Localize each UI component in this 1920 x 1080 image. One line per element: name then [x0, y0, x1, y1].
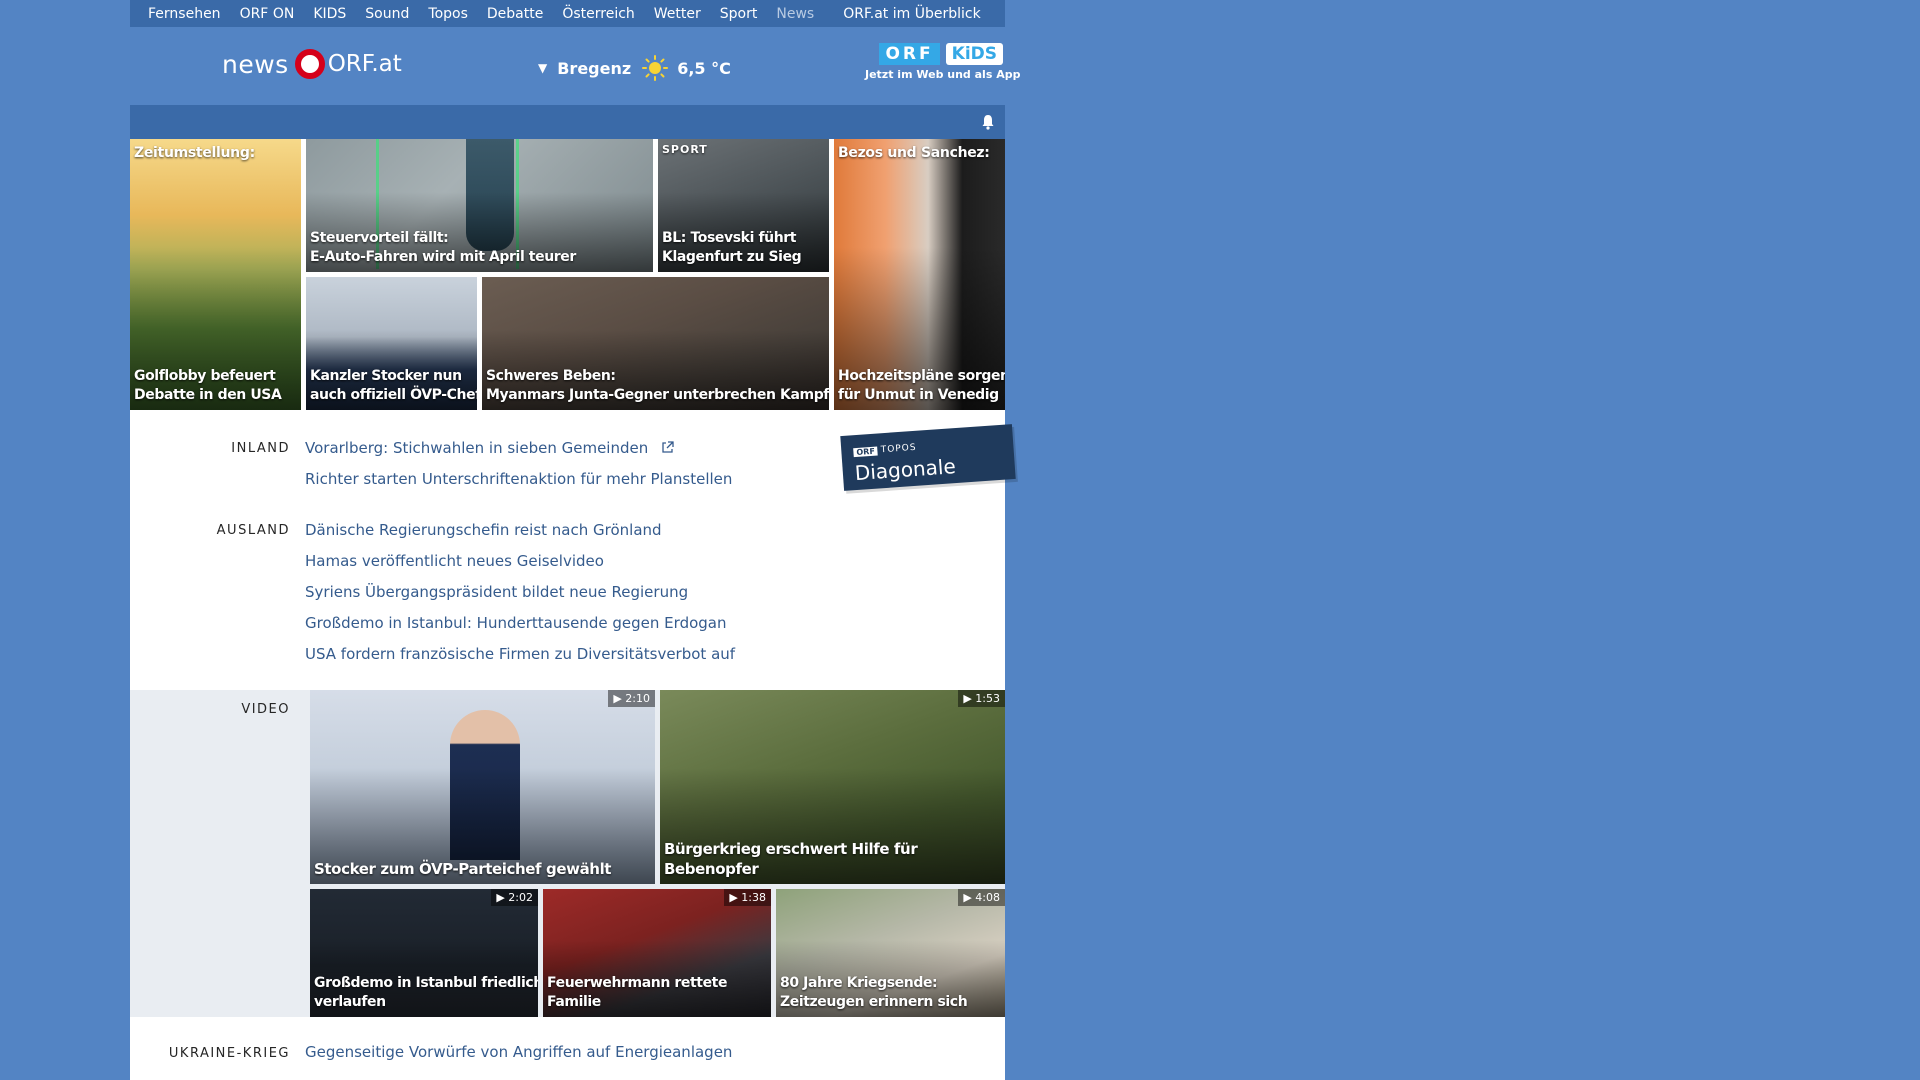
nav-wetter[interactable]: Wetter — [654, 6, 701, 22]
video-title: Stocker zum ÖVP-Parteichef gewählt — [314, 860, 612, 878]
logo-orf-text: ORF.at — [327, 51, 402, 77]
teaser-bundesliga[interactable]: SPORT BL: Tosevski führt Klagenfurt zu S… — [658, 139, 829, 272]
teaser-tag-sport: SPORT — [662, 143, 708, 156]
video-title: Bürgerkrieg erschwert Hilfe für Bebenopf… — [664, 840, 918, 878]
top-navigation: Fernsehen ORF ON KIDS Sound Topos Debatt… — [130, 0, 1005, 27]
nav-sport[interactable]: Sport — [720, 6, 758, 22]
teaser-kicker: Bezos und Sanchez: — [838, 145, 990, 161]
diagonale-label: Diagonale — [854, 454, 957, 486]
orf-eye-logo-icon — [294, 49, 325, 79]
orf-badge: ORF — [879, 43, 940, 65]
headline-ausland-2[interactable]: Hamas veröffentlicht neues Geiselvideo — [305, 552, 604, 570]
nav-kids[interactable]: KIDS — [313, 6, 346, 22]
section-label-inland: INLAND — [231, 441, 290, 456]
site-header: news ORF.at ▼ Bregenz 6,5 °C ORF KiDS Je… — [130, 27, 1021, 105]
nav-orf-overview[interactable]: ORF.at im Überblick — [843, 6, 980, 22]
teaser-golflobby[interactable]: Zeitumstellung: Golflobby befeuert Debat… — [130, 139, 301, 410]
nav-debatte[interactable]: Debatte — [487, 6, 543, 22]
headline-ausland-3[interactable]: Syriens Übergangspräsident bildet neue R… — [305, 583, 688, 601]
teaser-title: Golflobby befeuert Debatte in den USA — [134, 368, 282, 403]
video-duration: ▶ 4:08 — [958, 889, 1005, 906]
orf-mini-logo: ORF — [853, 445, 879, 457]
video-section: VIDEO ▶ 2:10 Stocker zum ÖVP-Parteichef … — [130, 690, 1005, 1017]
weather-city: Bregenz — [557, 58, 632, 78]
news-orf-logo[interactable]: news ORF.at — [222, 49, 402, 79]
bell-icon[interactable] — [981, 114, 995, 130]
teaser-title: Steuervorteil fällt: E-Auto-Fahren wird … — [310, 230, 576, 265]
teaser-title: BL: Tosevski führt Klagenfurt zu Sieg — [662, 230, 802, 265]
weather-widget[interactable]: ▼ Bregenz 6,5 °C — [538, 54, 731, 82]
video-title: Großdemo in Istanbul friedlich verlaufen — [314, 975, 538, 1010]
nav-orf-on[interactable]: ORF ON — [240, 6, 295, 22]
teaser-kicker: Zeitumstellung: — [134, 145, 255, 161]
news-lists: INLAND Vorarlberg: Stichwahlen in sieben… — [130, 410, 1016, 690]
topos-diagonale-promo[interactable]: ORF TOPOS Diagonale — [840, 424, 1016, 491]
headline-ukraine-1[interactable]: Gegenseitige Vorwürfe von Angriffen auf … — [305, 1043, 732, 1061]
ukraine-section: UKRAINE-KRIEG Gegenseitige Vorwürfe von … — [130, 1017, 1005, 1080]
video-title: Feuerwehrmann rettete Familie — [547, 975, 728, 1010]
video-duration: ▶ 1:53 — [958, 690, 1005, 707]
caret-down-icon: ▼ — [538, 61, 548, 75]
top-stories-grid: Zeitumstellung: Golflobby befeuert Debat… — [130, 139, 1005, 410]
teaser-title: Kanzler Stocker nun auch offiziell ÖVP-C… — [310, 368, 477, 403]
nav-topos[interactable]: Topos — [428, 6, 467, 22]
headline-ausland-1[interactable]: Dänische Regierungschefin reist nach Grö… — [305, 521, 662, 539]
kids-badges: ORF KiDS — [865, 43, 1003, 65]
teaser-myanmar-beben[interactable]: Schweres Beben: Myanmars Junta-Gegner un… — [482, 277, 829, 410]
headline-ausland-5[interactable]: USA fordern französische Firmen zu Diver… — [305, 645, 735, 663]
headline-inland-2[interactable]: Richter starten Unterschriftenaktion für… — [305, 470, 732, 488]
video-buergerkrieg[interactable]: ▶ 1:53 Bürgerkrieg erschwert Hilfe für B… — [660, 690, 1005, 884]
teaser-bezos-sanchez[interactable]: Bezos und Sanchez: Hochzeitspläne sorgen… — [834, 139, 1005, 410]
teaser-title: Hochzeitspläne sorgen für Unmut in Vened… — [838, 368, 1005, 403]
headline-ausland-4[interactable]: Großdemo in Istanbul: Hunderttausende ge… — [305, 614, 727, 632]
nav-fernsehen[interactable]: Fernsehen — [148, 6, 221, 22]
video-duration: ▶ 2:10 — [608, 690, 655, 707]
video-istanbul[interactable]: ▶ 2:02 Großdemo in Istanbul friedlich ve… — [310, 889, 538, 1017]
headline-inland-1[interactable]: Vorarlberg: Stichwahlen in sieben Gemein… — [305, 439, 674, 457]
external-link-icon — [662, 441, 674, 453]
video-title: 80 Jahre Kriegsende: Zeitzeugen erinnern… — [780, 975, 968, 1010]
nav-sound[interactable]: Sound — [365, 6, 409, 22]
topos-label: TOPOS — [880, 442, 917, 456]
teaser-kanzler-stocker[interactable]: Kanzler Stocker nun auch offiziell ÖVP-C… — [306, 277, 477, 410]
video-kriegsende[interactable]: ▶ 4:08 80 Jahre Kriegsende: Zeitzeugen e… — [776, 889, 1005, 1017]
orf-kids-banner[interactable]: ORF KiDS Jetzt im Web und als App — [865, 43, 1021, 81]
kids-badge: KiDS — [945, 43, 1003, 65]
weather-temperature: 6,5 °C — [677, 58, 731, 78]
sun-icon — [642, 55, 669, 81]
video-feuerwehrmann[interactable]: ▶ 1:38 Feuerwehrmann rettete Familie — [543, 889, 771, 1017]
page: Fernsehen ORF ON KIDS Sound Topos Debatt… — [130, 0, 1021, 1080]
nav-oesterreich[interactable]: Österreich — [562, 6, 634, 22]
nav-news[interactable]: News — [776, 6, 814, 22]
notification-bar — [130, 105, 1005, 139]
section-label-ausland: AUSLAND — [216, 523, 290, 538]
logo-news-text: news — [222, 49, 289, 79]
video-stocker[interactable]: ▶ 2:10 Stocker zum ÖVP-Parteichef gewähl… — [310, 690, 655, 884]
teaser-title: Schweres Beben: Myanmars Junta-Gegner un… — [486, 368, 829, 403]
video-duration: ▶ 1:38 — [724, 889, 771, 906]
video-duration: ▶ 2:02 — [491, 889, 538, 906]
section-label-ukraine: UKRAINE-KRIEG — [168, 1046, 290, 1061]
kids-tagline: Jetzt im Web und als App — [865, 68, 1021, 81]
section-label-video: VIDEO — [241, 702, 290, 717]
teaser-e-auto[interactable]: Steuervorteil fällt: E-Auto-Fahren wird … — [306, 139, 653, 272]
topos-brand: ORF TOPOS — [853, 443, 917, 457]
